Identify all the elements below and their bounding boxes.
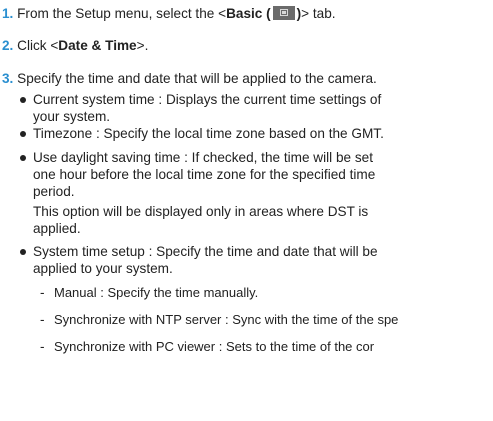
step-1-number: 1. xyxy=(2,6,14,21)
bullet-marker xyxy=(20,155,26,161)
bullet-3-line-3: period. xyxy=(33,184,75,199)
bullet-1-line-1: Current system time : Displays the curre… xyxy=(33,92,382,107)
manual-page: 1. From the Setup menu, select the <Basi… xyxy=(0,0,493,421)
bullet-3-line-5: applied. xyxy=(33,221,81,236)
bullet-3-line-4: This option will be displayed only in ar… xyxy=(33,204,369,219)
step-1-bold-label: Basic ( xyxy=(226,6,271,21)
subitem-dash: - xyxy=(40,312,45,327)
bullet-marker xyxy=(20,97,26,103)
step-2-number: 2. xyxy=(2,38,14,53)
bullet-marker xyxy=(20,131,26,137)
bullet-1-line-2: your system. xyxy=(33,109,111,124)
step-3-number: 3. xyxy=(2,71,14,86)
subitem-dash: - xyxy=(40,285,45,300)
step-2-bold-label: Date & Time xyxy=(58,38,137,53)
bullet-marker xyxy=(20,249,26,255)
subitem-ntp: Synchronize with NTP server : Sync with … xyxy=(54,312,399,327)
step-2-suffix: >. xyxy=(136,38,149,53)
step-3-text: Specify the time and date that will be a… xyxy=(17,71,377,86)
step-1-prefix: From the Setup menu, select the < xyxy=(17,6,227,21)
step-3: 3. Specify the time and date that will b… xyxy=(2,70,377,87)
bullet-4-line-2: applied to your system. xyxy=(33,261,173,276)
subitem-manual: Manual : Specify the time manually. xyxy=(54,285,259,300)
subitem-pc-viewer: Synchronize with PC viewer : Sets to the… xyxy=(54,339,375,354)
step-1-suffix: > tab. xyxy=(301,6,336,21)
bullet-3-line-1: Use daylight saving time : If checked, t… xyxy=(33,150,373,165)
subitem-dash: - xyxy=(40,339,45,354)
step-2: 2. Click <Date & Time>. xyxy=(2,37,148,54)
step-1: 1. From the Setup menu, select the <Basi… xyxy=(2,5,336,22)
bullet-2-line-1: Timezone : Specify the local time zone b… xyxy=(33,126,384,141)
basic-setup-icon xyxy=(272,6,295,20)
bullet-3-line-2: one hour before the local time zone for … xyxy=(33,167,376,182)
bullet-4-line-1: System time setup : Specify the time and… xyxy=(33,244,378,259)
step-2-prefix: Click < xyxy=(17,38,59,53)
